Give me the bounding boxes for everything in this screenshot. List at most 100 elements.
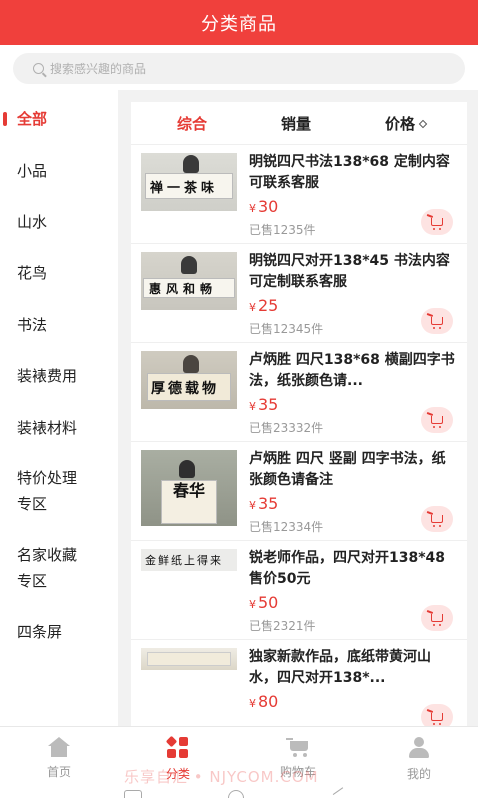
product-card[interactable]: 厚德载物 卢炳胜 四尺138*68 横副四字书法，纸张颜色请... ¥35 已售… xyxy=(131,342,467,442)
search-area: 搜索感兴趣的商品 xyxy=(0,45,478,90)
product-price: ¥80 xyxy=(249,692,279,711)
cart-icon xyxy=(431,713,443,725)
sidebar-item-four-panel[interactable]: 四条屏 xyxy=(0,619,118,645)
product-sold-count: 已售23332件 xyxy=(249,421,324,435)
product-sold-count: 已售12345件 xyxy=(249,322,324,336)
sidebar-item-label: 全部 xyxy=(17,110,48,128)
system-nav-bar xyxy=(120,787,360,798)
sort-tab-price[interactable]: 价格 xyxy=(385,113,428,134)
sidebar-item-landscape[interactable]: 山水 xyxy=(0,209,118,235)
product-image: 惠风和畅 xyxy=(141,252,237,310)
search-input[interactable]: 搜索感兴趣的商品 xyxy=(13,53,465,84)
search-placeholder: 搜索感兴趣的商品 xyxy=(50,62,147,76)
product-title: 明锐四尺对开138*45 书法内容可定制联系客服 xyxy=(249,253,450,290)
sidebar-item-special-offer[interactable]: 特价处理 专区 xyxy=(0,465,118,517)
product-price: ¥35 xyxy=(249,494,279,513)
add-to-cart-button[interactable] xyxy=(421,704,453,726)
sidebar-item-mounting-fee[interactable]: 装裱费用 xyxy=(0,363,118,389)
product-title: 卢炳胜 四尺 竖副 四字书法，纸张颜色请备注 xyxy=(249,451,446,488)
product-card[interactable]: 惠风和畅 明锐四尺对开138*45 书法内容可定制联系客服 ¥25 已售1234… xyxy=(131,243,467,343)
search-icon xyxy=(33,63,44,74)
product-card[interactable]: 独家新款作品，底纸带黄河山水，四尺对开138*... ¥80 xyxy=(131,639,467,726)
product-title: 卢炳胜 四尺138*68 横副四字书法，纸张颜色请... xyxy=(249,352,455,389)
product-title: 明锐四尺书法138*68 定制内容可联系客服 xyxy=(249,154,450,191)
category-icon xyxy=(165,735,189,759)
tab-label: 首页 xyxy=(46,765,71,779)
product-panel: 综合 销量 价格 禅一茶味 明锐四尺书法138*68 定制内容可联系客服 ¥30… xyxy=(131,102,467,726)
cart-icon xyxy=(286,737,310,757)
sidebar-item-label: 书法 xyxy=(17,316,48,334)
cart-icon xyxy=(431,614,443,626)
product-price: ¥25 xyxy=(249,296,279,315)
page-header: 分类商品 xyxy=(0,0,478,45)
product-price: ¥30 xyxy=(249,197,279,216)
sidebar-item-mounting-material[interactable]: 装裱材料 xyxy=(0,415,118,441)
add-to-cart-button[interactable] xyxy=(421,209,453,235)
tab-profile[interactable]: 我的 xyxy=(379,737,459,782)
product-image: 金鲜纸上得来 xyxy=(141,549,237,571)
tab-label: 我的 xyxy=(406,767,431,781)
sidebar-item-calligraphy[interactable]: 书法 xyxy=(0,312,118,338)
product-image-calligraphy: 惠风和畅 xyxy=(149,282,218,296)
tab-label: 购物车 xyxy=(279,765,316,779)
add-to-cart-button[interactable] xyxy=(421,605,453,631)
page-title: 分类商品 xyxy=(201,13,277,35)
sort-tab-price-label: 价格 xyxy=(385,115,416,133)
sidebar-item-label: 装裱材料 xyxy=(17,419,78,437)
add-to-cart-button[interactable] xyxy=(421,407,453,433)
sidebar-item-label: 名家收藏 xyxy=(17,546,78,564)
sidebar-item-label: 四条屏 xyxy=(17,623,63,641)
sidebar-item-collection[interactable]: 名家收藏 专区 xyxy=(0,542,118,594)
product-image-calligraphy: 厚德载物 xyxy=(151,381,219,397)
product-title: 独家新款作品，底纸带黄河山水，四尺对开138*... xyxy=(249,649,431,686)
product-title: 锐老师作品，四尺对开138*48售价50元 xyxy=(249,550,446,587)
recent-apps-icon[interactable] xyxy=(124,790,142,798)
sidebar-item-label-line2: 专区 xyxy=(17,495,48,513)
product-card[interactable]: 禅一茶味 明锐四尺书法138*68 定制内容可联系客服 ¥30 已售1235件 xyxy=(131,144,467,244)
sidebar-item-label: 装裱费用 xyxy=(17,367,78,385)
home-nav-icon[interactable] xyxy=(228,790,244,798)
product-price: ¥35 xyxy=(249,395,279,414)
add-to-cart-button[interactable] xyxy=(421,308,453,334)
bottom-tab-bar: 首页 分类 购物车 我的 xyxy=(0,726,478,798)
product-image: 禅一茶味 xyxy=(141,153,237,211)
product-sold-count: 已售1235件 xyxy=(249,223,316,237)
product-image: 厚德载物 xyxy=(141,351,237,409)
sidebar-item-label-line2: 专区 xyxy=(17,572,48,590)
cart-icon xyxy=(431,416,443,428)
user-icon xyxy=(408,737,430,759)
tab-cart[interactable]: 购物车 xyxy=(258,737,338,780)
product-sold-count: 已售12334件 xyxy=(249,520,324,534)
sort-arrow-icon xyxy=(418,119,428,129)
cart-icon xyxy=(431,515,443,527)
sidebar-item-sketch[interactable]: 小品 xyxy=(0,158,118,184)
tab-label: 分类 xyxy=(165,767,190,781)
product-card[interactable]: 金鲜纸上得来 锐老师作品，四尺对开138*48售价50元 ¥50 已售2321件 xyxy=(131,540,467,640)
product-image xyxy=(141,648,237,670)
sidebar-item-label: 小品 xyxy=(17,162,48,180)
product-image-calligraphy: 禅一茶味 xyxy=(150,181,219,196)
add-to-cart-button[interactable] xyxy=(421,506,453,532)
product-sold-count: 已售2321件 xyxy=(249,619,316,633)
product-image-calligraphy: 春华 xyxy=(172,481,205,500)
category-sidebar: 全部 小品 山水 花鸟 书法 装裱费用 装裱材料 特价处理 专区 名家收藏 专区… xyxy=(0,90,118,726)
sidebar-item-flowers-birds[interactable]: 花鸟 xyxy=(0,260,118,286)
sidebar-item-label: 特价处理 xyxy=(17,469,78,487)
product-image: 春华 xyxy=(141,450,237,526)
product-price: ¥50 xyxy=(249,593,279,612)
sidebar-item-all[interactable]: 全部 xyxy=(0,106,118,132)
sort-tab-sales[interactable]: 销量 xyxy=(281,113,311,134)
sidebar-item-label: 山水 xyxy=(17,213,48,231)
sidebar-item-label: 花鸟 xyxy=(17,264,48,282)
tab-category[interactable]: 分类 xyxy=(138,735,218,782)
tab-home[interactable]: 首页 xyxy=(19,737,99,780)
sort-tab-overall[interactable]: 综合 xyxy=(177,113,207,134)
product-card[interactable]: 春华 卢炳胜 四尺 竖副 四字书法，纸张颜色请备注 ¥35 已售12334件 xyxy=(131,441,467,541)
sort-bar: 综合 销量 价格 xyxy=(131,102,467,144)
cart-icon xyxy=(431,317,443,329)
active-indicator xyxy=(3,112,7,126)
home-icon xyxy=(48,737,70,757)
product-image-calligraphy: 金鲜纸上得来 xyxy=(145,554,223,567)
cart-icon xyxy=(431,218,443,230)
app-screen: 分类商品 搜索感兴趣的商品 全部 小品 山水 花鸟 书法 装裱费用 装裱材料 特… xyxy=(0,0,478,798)
